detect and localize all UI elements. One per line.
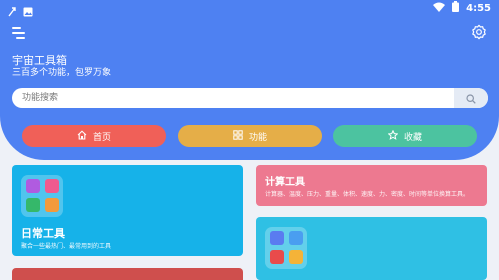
daily-tools-icon-tile xyxy=(21,175,63,217)
card-daily-tools[interactable]: 日常工具 聚合一些最热门、最常用到的工具 xyxy=(12,165,243,256)
card-calc-description: 计算器、温度、压力、重量、体积、速度、力、密度、时间等单位换算工具。 xyxy=(265,191,470,198)
chat-icon xyxy=(45,198,59,212)
flower-icon xyxy=(26,179,40,193)
nav-functions-button[interactable]: 功能 xyxy=(178,125,322,147)
nav-functions-label: 功能 xyxy=(248,132,267,143)
search-button[interactable] xyxy=(454,88,488,108)
search-input[interactable] xyxy=(12,88,452,108)
document-icon xyxy=(26,198,40,212)
wifi-icon xyxy=(433,2,446,15)
battery-icon xyxy=(452,1,460,15)
nav-home-button[interactable]: 首页 xyxy=(22,125,166,147)
chart-icon xyxy=(45,179,59,193)
camera-icon xyxy=(270,231,284,245)
nav-home-label: 首页 xyxy=(92,132,111,143)
nav-favorites-button[interactable]: 收藏 xyxy=(333,125,477,147)
card-calc-tools[interactable]: 计算工具 计算器、温度、压力、重量、体积、速度、力、密度、时间等单位换算工具。 xyxy=(256,165,487,206)
sun-icon xyxy=(289,250,303,264)
app-subtitle: 三百多个功能，包罗万象 xyxy=(12,68,112,78)
card-teal-tools[interactable] xyxy=(256,217,487,280)
notification-icon xyxy=(8,2,17,21)
card-daily-title: 日常工具 xyxy=(21,227,65,240)
home-icon xyxy=(77,129,87,143)
status-time: 4:55 xyxy=(466,2,491,14)
nav-favorites-label: 收藏 xyxy=(403,132,422,143)
image-icon xyxy=(23,2,33,21)
teal-tools-icon-tile xyxy=(265,227,307,269)
status-bar: 4:55 xyxy=(0,0,499,17)
card-red-tools[interactable] xyxy=(12,268,243,280)
image-edit-icon xyxy=(289,231,303,245)
palette-icon xyxy=(270,250,284,264)
search-icon xyxy=(466,89,476,108)
grid-icon xyxy=(233,129,243,143)
star-icon xyxy=(387,129,399,143)
card-daily-description: 聚合一些最热门、最常用到的工具 xyxy=(21,243,112,250)
gear-icon[interactable] xyxy=(471,24,487,40)
menu-icon[interactable] xyxy=(12,26,28,40)
search-bar xyxy=(12,88,488,108)
card-calc-title: 计算工具 xyxy=(265,177,305,188)
